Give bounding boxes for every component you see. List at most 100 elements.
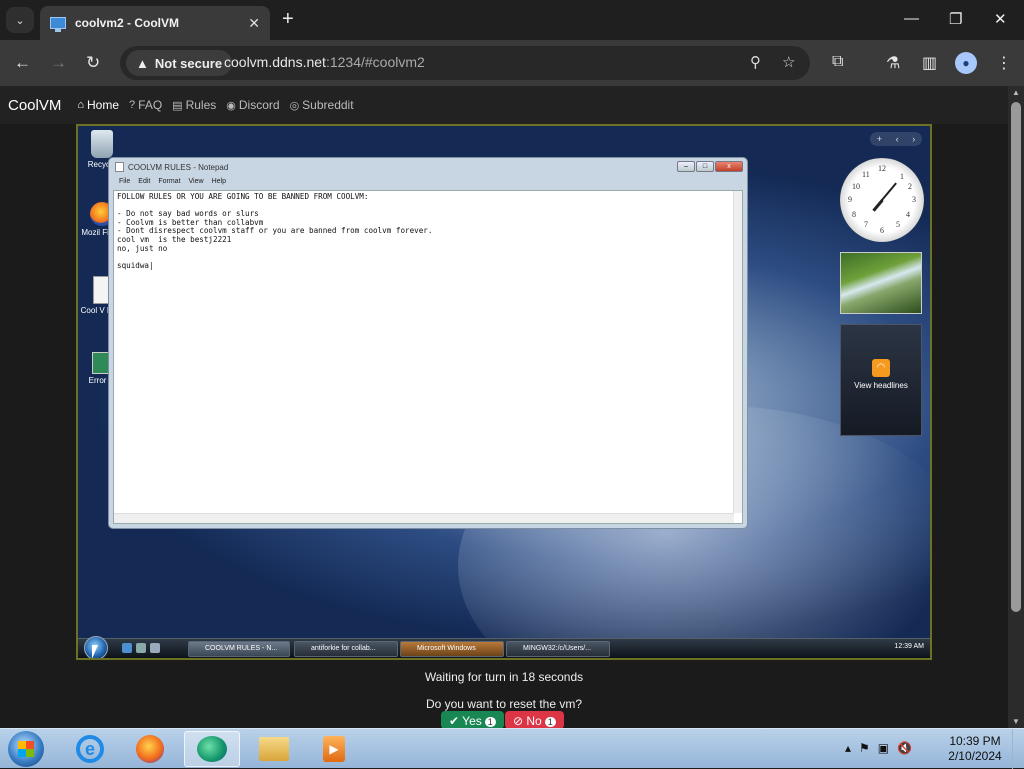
notepad-window[interactable]: COOLVM RULES - Notepad – □ x File Edit F… [108, 157, 748, 529]
vm-taskbar: COOLVM RULES - N... antiforkie for colla… [78, 636, 930, 658]
feed-headlines-gadget[interactable]: ◠ View headlines [840, 324, 922, 436]
notepad-vertical-scrollbar[interactable] [733, 191, 742, 513]
browser-toolbar: ← → ↻ ▲ Not secure coolvm.ddns.net:1234/… [0, 40, 1024, 86]
start-button[interactable] [8, 731, 44, 767]
discord-icon: ◉ [226, 99, 236, 112]
folder-icon [259, 737, 289, 761]
firefox-icon [136, 735, 164, 763]
check-icon: ✔ [449, 714, 463, 728]
menu-view[interactable]: View [189, 178, 204, 190]
rss-icon: ◠ [872, 359, 890, 377]
notepad-content[interactable]: FOLLOW RULES OR YOU ARE GOING TO BE BANN… [117, 192, 432, 270]
switch-windows-icon[interactable] [150, 643, 160, 653]
mouse-cursor-icon [92, 645, 98, 658]
host-taskbar: e ▶ ▴ ⚑ ▣ 🔇 10:39 PM 2/10/2024 [0, 728, 1024, 769]
clipboard-icon: ▤ [172, 99, 183, 112]
nav-faq[interactable]: ? FAQ [129, 98, 162, 112]
notepad-titlebar[interactable]: COOLVM RULES - Notepad [115, 162, 228, 172]
notepad-icon [115, 162, 124, 172]
nav-rules[interactable]: ▤ Rules [172, 98, 216, 112]
address-bar[interactable]: ▲ Not secure coolvm.ddns.net:1234/#coolv… [120, 46, 810, 80]
zoom-icon[interactable]: ⚲ [750, 53, 761, 71]
security-chip[interactable]: ▲ Not secure [126, 50, 233, 76]
notepad-minimize-button[interactable]: – [677, 161, 695, 172]
security-label: Not secure [154, 55, 223, 71]
page-scrollbar[interactable]: ▲ ▼ [1008, 86, 1024, 728]
menu-help[interactable]: Help [212, 178, 226, 190]
taskbar-internet-explorer[interactable]: e [62, 731, 118, 767]
vm-taskbar-mingw32[interactable]: MINGW32:/c/Users/... [506, 641, 610, 657]
vm-taskbar-antiforkie[interactable]: antiforkie for collab... [294, 641, 398, 657]
ie-icon[interactable] [122, 643, 132, 653]
vm-tray-clock[interactable]: 12:39 AM [894, 643, 924, 650]
internet-explorer-icon: e [76, 735, 104, 763]
reddit-icon: ◎ [289, 99, 300, 112]
back-icon[interactable]: ← [14, 53, 31, 73]
clock-gadget[interactable]: 12 3 6 9 1 2 10 11 4 5 7 8 [840, 158, 924, 242]
media-player-icon: ▶ [323, 736, 345, 762]
show-desktop-button[interactable] [1012, 729, 1024, 769]
notepad-close-button[interactable]: x [715, 161, 743, 172]
edge-browser-icon [197, 736, 227, 762]
vm-taskbar-microsoft-windows[interactable]: Microsoft Windows [400, 641, 504, 657]
restore-icon[interactable]: ❐ [949, 10, 962, 28]
vm-taskbar-notepad[interactable]: COOLVM RULES - N... [188, 641, 290, 657]
volume-muted-icon[interactable]: 🔇 [897, 741, 912, 755]
scrollbar-thumb[interactable] [1011, 102, 1021, 612]
vm-screen[interactable]: Recycle Mozil Firefo Cool V Rule Error m… [76, 124, 932, 660]
forward-icon[interactable]: → [50, 53, 67, 73]
menu-file[interactable]: File [119, 178, 130, 190]
network-icon[interactable]: ▣ [878, 741, 889, 755]
tab-search-button[interactable]: ⌄ [6, 7, 34, 33]
new-tab-button[interactable]: + [282, 9, 294, 29]
taskbar-file-explorer[interactable] [246, 731, 302, 767]
side-panel-icon[interactable]: ▥ [922, 53, 937, 73]
browser-titlebar: ⌄ coolvm2 - CoolVM ✕ + — ❐ ✕ [0, 0, 1024, 40]
windows-logo-icon [18, 741, 34, 757]
warning-icon: ▲ [136, 55, 149, 71]
menu-format[interactable]: Format [158, 178, 180, 190]
yes-count-badge: 1 [484, 717, 496, 727]
bookmark-star-icon[interactable]: ☆ [782, 53, 795, 71]
site-brand[interactable]: CoolVM [8, 97, 61, 114]
vote-no-button[interactable]: ⊘ No 1 [505, 711, 564, 729]
nav-subreddit[interactable]: ◎ Subreddit [290, 98, 354, 112]
taskbar-media-player[interactable]: ▶ [306, 731, 362, 767]
gadget-sidebar-controls[interactable]: + ‹ › [870, 132, 922, 146]
minimize-icon[interactable]: — [904, 10, 919, 27]
turn-status: Waiting for turn in 18 seconds [424, 670, 584, 684]
monitor-icon [50, 17, 66, 32]
home-icon: ⌂ [77, 99, 85, 111]
taskbar-clock[interactable]: 10:39 PM 2/10/2024 [946, 734, 1004, 764]
vote-yes-button[interactable]: ✔ Yes 1 [441, 711, 504, 729]
menu-kebab-icon[interactable]: ⋮ [996, 53, 1012, 73]
notepad-maximize-button[interactable]: □ [696, 161, 714, 172]
tab-close-button[interactable]: ✕ [248, 15, 260, 32]
notepad-text-area[interactable]: FOLLOW RULES OR YOU ARE GOING TO BE BANN… [113, 190, 743, 524]
extensions-icon[interactable]: ⧉ [832, 53, 843, 71]
notepad-horizontal-scrollbar[interactable] [114, 513, 734, 523]
no-count-badge: 1 [544, 717, 556, 727]
url-text[interactable]: coolvm.ddns.net:1234/#coolvm2 [224, 54, 425, 70]
show-hidden-icons-icon[interactable]: ▴ [845, 741, 851, 755]
site-navbar: CoolVM ⌂ Home ? FAQ ▤ Rules ◉ Discord ◎ Subre… [0, 86, 1008, 124]
system-tray: ▴ ⚑ ▣ 🔇 [845, 741, 912, 755]
taskbar-edge[interactable] [184, 731, 240, 767]
profile-avatar-icon[interactable]: ● [955, 52, 977, 74]
menu-edit[interactable]: Edit [138, 178, 150, 190]
reload-icon[interactable]: ↻ [86, 53, 100, 73]
slideshow-gadget[interactable] [840, 252, 922, 314]
reset-question: Do you want to reset the vm? [425, 697, 583, 711]
action-center-flag-icon[interactable]: ⚑ [859, 741, 870, 755]
show-desktop-icon[interactable] [136, 643, 146, 653]
taskbar-firefox[interactable] [122, 731, 178, 767]
close-window-icon[interactable]: ✕ [994, 10, 1007, 28]
prohibited-icon: ⊘ [513, 714, 527, 728]
question-icon: ? [129, 99, 136, 111]
notepad-menubar: File Edit Format View Help [113, 178, 743, 190]
nav-home[interactable]: ⌂ Home [77, 98, 119, 112]
browser-tab[interactable]: coolvm2 - CoolVM ✕ [40, 6, 270, 40]
recycle-bin-icon [91, 130, 113, 158]
nav-discord[interactable]: ◉ Discord [226, 98, 279, 112]
labs-flask-icon[interactable]: ⚗ [886, 53, 900, 73]
